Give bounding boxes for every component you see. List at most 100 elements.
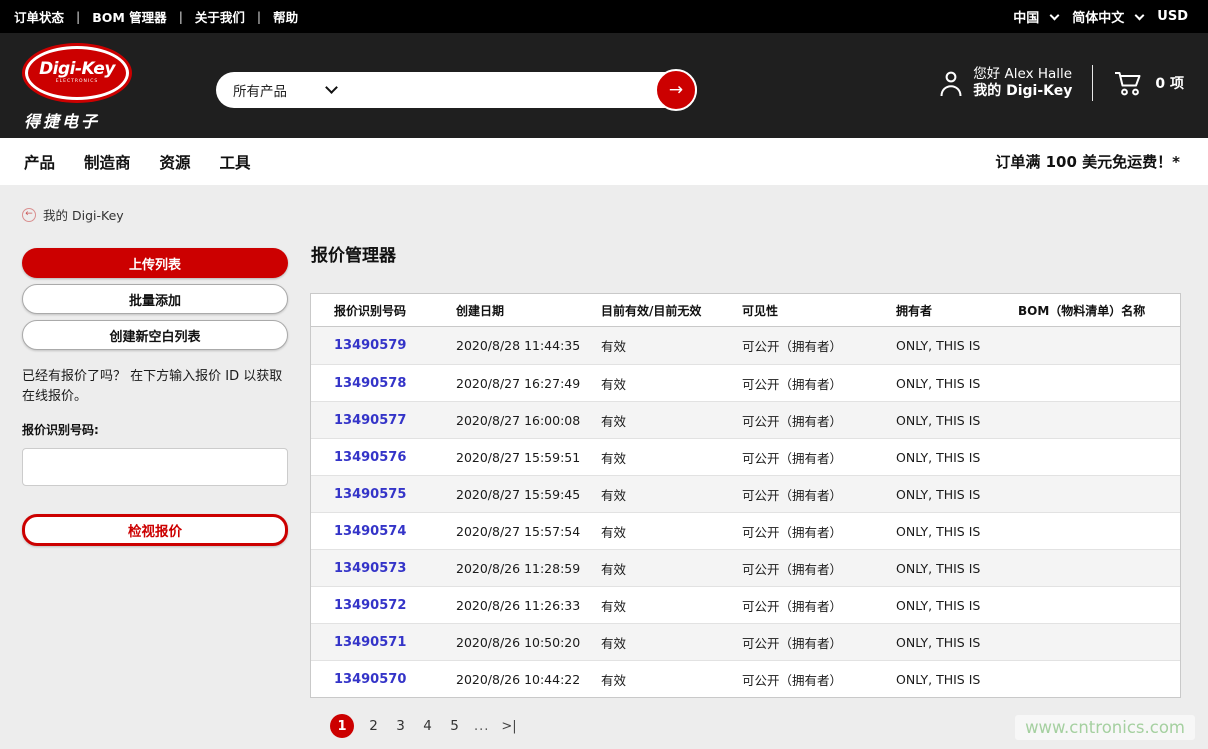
- created-date-cell: 2020/8/27 15:57:54: [456, 524, 601, 539]
- visibility-cell: 可公开（拥有者）: [742, 670, 896, 689]
- status-cell: 有效: [601, 670, 742, 689]
- table-header-row: 报价识别号码 创建日期 目前有效/目前无效 可见性 拥有者 BOM（物料清单）名…: [311, 294, 1180, 327]
- search-submit-button[interactable]: →: [655, 69, 697, 111]
- col-header-quote-id: 报价识别号码: [334, 302, 456, 319]
- locale-controls: 中国 简体中文 USD: [1013, 7, 1188, 26]
- page-number[interactable]: 2: [366, 718, 381, 734]
- status-cell: 有效: [601, 596, 742, 615]
- digikey-logo[interactable]: Digi-Key ELECTRONICS 得捷电子: [22, 43, 138, 132]
- page-content: ← 我的 Digi-Key 上传列表 批量添加 创建新空白列表 已经有报价了吗？…: [0, 185, 1208, 749]
- status-cell: 有效: [601, 633, 742, 652]
- status-cell: 有效: [601, 522, 742, 541]
- logo-oval: Digi-Key ELECTRONICS: [25, 46, 129, 100]
- table-row: 134905772020/8/27 16:00:08有效可公开（拥有者）ONLY…: [311, 401, 1180, 438]
- visibility-cell: 可公开（拥有者）: [742, 559, 896, 578]
- table-row: 134905722020/8/26 11:26:33有效可公开（拥有者）ONLY…: [311, 586, 1180, 623]
- col-header-visibility: 可见性: [742, 302, 896, 319]
- cart-count: 0 项: [1155, 73, 1184, 93]
- created-date-cell: 2020/8/27 16:27:49: [456, 376, 601, 391]
- status-cell: 有效: [601, 411, 742, 430]
- primary-nav: 产品 制造商 资源 工具 订单满 100 美元免运费！*: [0, 138, 1208, 185]
- quote-id-link[interactable]: 13490571: [334, 635, 456, 650]
- visibility-cell: 可公开（拥有者）: [742, 485, 896, 504]
- created-date-cell: 2020/8/26 11:26:33: [456, 598, 601, 613]
- nav-resources[interactable]: 资源: [160, 151, 191, 173]
- quote-id-link[interactable]: 13490570: [334, 672, 456, 687]
- quote-id-input[interactable]: [22, 448, 288, 486]
- upload-list-button[interactable]: 上传列表: [22, 248, 288, 278]
- about-us-link[interactable]: 关于我们: [195, 7, 245, 26]
- page-numbers: 2345: [366, 718, 474, 734]
- table-row: 134905702020/8/26 10:44:22有效可公开（拥有者）ONLY…: [311, 660, 1180, 697]
- status-cell: 有效: [601, 485, 742, 504]
- page-number[interactable]: 5: [447, 718, 462, 734]
- nav-tools[interactable]: 工具: [220, 151, 251, 173]
- owner-cell: ONLY, THIS IS: [896, 338, 1018, 353]
- visibility-cell: 可公开（拥有者）: [742, 448, 896, 467]
- quote-id-link[interactable]: 13490578: [334, 376, 456, 391]
- quote-hint-text: 已经有报价了吗？ 在下方输入报价 ID 以获取在线报价。: [22, 367, 288, 407]
- status-cell: 有效: [601, 374, 742, 393]
- nav-products[interactable]: 产品: [24, 151, 55, 173]
- account-menu[interactable]: 您好 Alex Halle 我的 Digi-Key: [938, 66, 1072, 100]
- search-category-label: 所有产品: [233, 80, 287, 100]
- visibility-cell: 可公开（拥有者）: [742, 633, 896, 652]
- currency-selector[interactable]: USD: [1157, 9, 1188, 24]
- top-links: 订单状态 | BOM 管理器 | 关于我们 | 帮助: [14, 7, 298, 26]
- page-number[interactable]: 3: [393, 718, 408, 734]
- logo-wordmark: Digi-Key: [39, 61, 115, 78]
- quote-id-link[interactable]: 13490579: [334, 338, 456, 353]
- search-input[interactable]: [336, 72, 697, 108]
- col-header-status: 目前有效/目前无效: [601, 302, 742, 319]
- status-cell: 有效: [601, 559, 742, 578]
- back-arrow-icon: ←: [22, 208, 36, 222]
- quote-id-link[interactable]: 13490575: [334, 487, 456, 502]
- nav-manufacturers[interactable]: 制造商: [84, 151, 131, 173]
- owner-cell: ONLY, THIS IS: [896, 376, 1018, 391]
- view-quote-button[interactable]: 检视报价: [22, 514, 288, 546]
- watermark: www.cntronics.com: [1015, 715, 1195, 740]
- create-blank-list-button[interactable]: 创建新空白列表: [22, 320, 288, 350]
- table-row: 134905762020/8/27 15:59:51有效可公开（拥有者）ONLY…: [311, 438, 1180, 475]
- main-area: 报价管理器 报价识别号码 创建日期 目前有效/目前无效 可见性 拥有者 BOM（…: [310, 245, 1181, 738]
- created-date-cell: 2020/8/28 11:44:35: [456, 338, 601, 353]
- owner-cell: ONLY, THIS IS: [896, 524, 1018, 539]
- table-row: 134905792020/8/28 11:44:35有效可公开（拥有者）ONLY…: [311, 327, 1180, 364]
- table-row: 134905752020/8/27 15:59:45有效可公开（拥有者）ONLY…: [311, 475, 1180, 512]
- order-status-link[interactable]: 订单状态: [14, 7, 64, 26]
- quote-id-label: 报价识别号码:: [22, 421, 288, 438]
- separator: |: [76, 9, 80, 24]
- col-header-bom-name: BOM（物料清单）名称: [1018, 302, 1180, 319]
- page-number[interactable]: 4: [420, 718, 435, 734]
- top-utility-bar: 订单状态 | BOM 管理器 | 关于我们 | 帮助 中国 简体中文 USD: [0, 0, 1208, 33]
- logo-subtext: ELECTRONICS: [56, 79, 98, 85]
- bulk-add-button[interactable]: 批量添加: [22, 284, 288, 314]
- user-cluster: 您好 Alex Halle 我的 Digi-Key 0 项: [938, 65, 1184, 101]
- cart-button[interactable]: 0 项: [1113, 69, 1184, 97]
- bom-manager-link[interactable]: BOM 管理器: [92, 7, 166, 26]
- language-selector[interactable]: 简体中文: [1072, 7, 1124, 26]
- col-header-owner: 拥有者: [896, 302, 1018, 319]
- quote-id-link[interactable]: 13490577: [334, 413, 456, 428]
- greeting-line: 您好 Alex Halle: [973, 66, 1072, 83]
- visibility-cell: 可公开（拥有者）: [742, 522, 896, 541]
- created-date-cell: 2020/8/27 15:59:51: [456, 450, 601, 465]
- separator: |: [179, 9, 183, 24]
- help-link[interactable]: 帮助: [273, 7, 298, 26]
- breadcrumb[interactable]: ← 我的 Digi-Key: [22, 205, 124, 224]
- table-row: 134905732020/8/26 11:28:59有效可公开（拥有者）ONLY…: [311, 549, 1180, 586]
- visibility-cell: 可公开（拥有者）: [742, 596, 896, 615]
- table-row: 134905712020/8/26 10:50:20有效可公开（拥有者）ONLY…: [311, 623, 1180, 660]
- quote-id-link[interactable]: 13490572: [334, 598, 456, 613]
- last-page-button[interactable]: >|: [501, 719, 516, 734]
- region-selector[interactable]: 中国: [1013, 7, 1039, 26]
- quote-id-link[interactable]: 13490573: [334, 561, 456, 576]
- search-category-dropdown[interactable]: 所有产品: [216, 80, 336, 100]
- greeting-text: 您好 Alex Halle 我的 Digi-Key: [973, 66, 1072, 100]
- table-row: 134905782020/8/27 16:27:49有效可公开（拥有者）ONLY…: [311, 364, 1180, 401]
- quote-id-link[interactable]: 13490576: [334, 450, 456, 465]
- quote-id-link[interactable]: 13490574: [334, 524, 456, 539]
- chevron-down-icon: [1050, 10, 1060, 20]
- page-current[interactable]: 1: [330, 714, 354, 738]
- user-icon: [938, 68, 964, 98]
